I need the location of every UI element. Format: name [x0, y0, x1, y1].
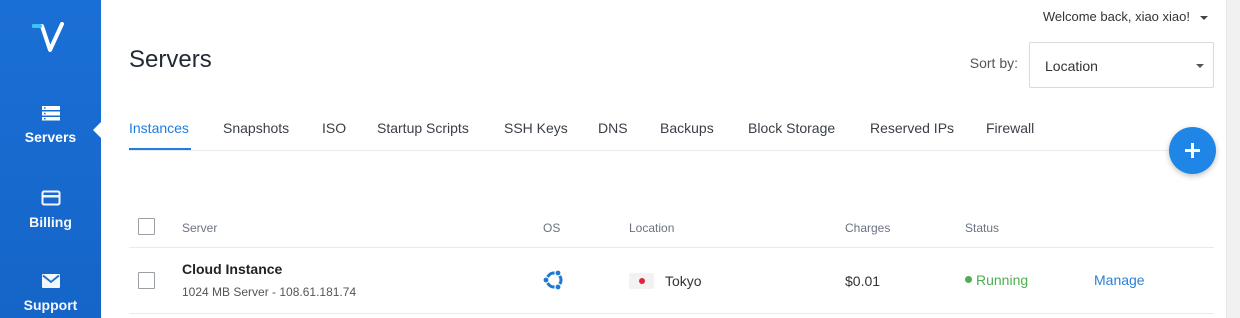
server-charges: $0.01	[845, 273, 881, 289]
tab-bar: Instances Snapshots ISO Startup Scripts …	[129, 118, 1214, 151]
server-name[interactable]: Cloud Instance	[182, 261, 282, 277]
server-location: Tokyo	[665, 273, 702, 289]
status-text: Running	[976, 271, 1029, 288]
chevron-down-icon	[1196, 64, 1204, 68]
server-description: 1024 MB Server - 108.61.181.74	[182, 285, 357, 299]
sort-label: Sort by:	[969, 55, 1018, 71]
active-nav-pointer	[93, 122, 101, 138]
japan-flag-icon	[629, 273, 654, 289]
table-row[interactable]: Cloud Instance 1024 MB Server - 108.61.1…	[129, 248, 1214, 314]
user-menu[interactable]: Welcome back, xiao xiao!	[1043, 9, 1208, 24]
add-server-button[interactable]	[1169, 127, 1216, 174]
column-header-charges: Charges	[845, 221, 891, 235]
tab-startup-scripts[interactable]: Startup Scripts	[377, 120, 469, 136]
tab-instances[interactable]: Instances	[129, 120, 189, 136]
tab-dns[interactable]: DNS	[598, 120, 628, 136]
sort-select-value: Location	[1045, 58, 1098, 74]
sidebar-item-support[interactable]: Support	[0, 273, 101, 313]
sidebar-item-label: Servers	[24, 129, 77, 145]
envelope-icon	[41, 274, 60, 288]
tab-snapshots[interactable]: Snapshots	[223, 120, 289, 136]
status-badge: Running	[965, 271, 1028, 289]
tab-firewall[interactable]: Firewall	[986, 120, 1034, 136]
chevron-down-icon	[1200, 15, 1208, 20]
column-header-location: Location	[629, 221, 675, 235]
ubuntu-icon	[542, 269, 563, 291]
credit-card-icon	[41, 190, 60, 206]
column-header-server: Server	[182, 221, 218, 235]
sidebar-item-servers[interactable]: Servers	[0, 105, 101, 145]
servers-table: Server OS Location Charges Status Cloud …	[129, 206, 1214, 314]
tab-reserved-ips[interactable]: Reserved IPs	[870, 120, 954, 136]
scrollbar[interactable]	[1226, 0, 1240, 318]
select-all-checkbox[interactable]	[138, 218, 155, 235]
column-header-os: OS	[543, 221, 561, 235]
sidebar-item-label: Billing	[29, 214, 72, 230]
vultr-logo-icon[interactable]	[30, 20, 70, 60]
row-select-checkbox[interactable]	[138, 272, 155, 289]
manage-link[interactable]: Manage	[1094, 272, 1145, 288]
servers-icon	[41, 106, 60, 121]
page-title: Servers	[129, 46, 212, 73]
tab-ssh-keys[interactable]: SSH Keys	[504, 120, 568, 136]
sidebar-item-billing[interactable]: Billing	[0, 190, 101, 230]
column-header-status: Status	[965, 221, 1000, 235]
tab-backups[interactable]: Backups	[660, 120, 714, 136]
tab-block-storage[interactable]: Block Storage	[748, 120, 835, 136]
sidebar-item-label: Support	[23, 297, 78, 313]
sort-select[interactable]: Location	[1029, 42, 1214, 88]
sidebar: Servers Billing Support	[0, 0, 101, 318]
table-header: Server OS Location Charges Status	[129, 206, 1214, 248]
status-dot-icon	[965, 276, 972, 284]
active-tab-indicator	[129, 148, 191, 150]
main-content: Welcome back, xiao xiao! Servers Sort by…	[101, 0, 1226, 318]
tab-iso[interactable]: ISO	[322, 120, 346, 136]
welcome-text: Welcome back, xiao xiao!	[1042, 9, 1190, 24]
